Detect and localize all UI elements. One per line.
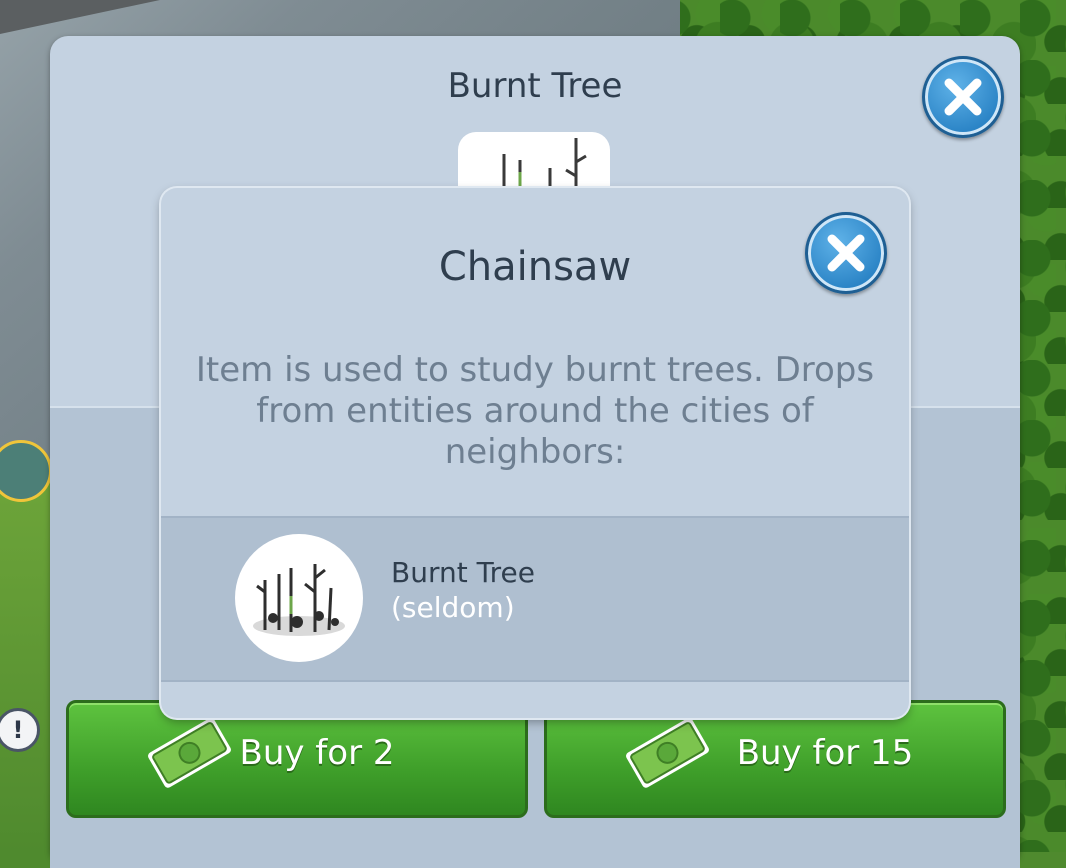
dialog-close-button[interactable] (805, 212, 887, 294)
panel-title: Burnt Tree (447, 66, 623, 106)
panel-close-button[interactable] (922, 56, 1004, 138)
source-name: Burnt Tree (391, 556, 535, 589)
close-icon (944, 78, 982, 116)
buy-for-15-label: Buy for 15 (736, 733, 914, 773)
drop-source-row[interactable]: Burnt Tree (seldom) (161, 516, 909, 682)
chainsaw-info-dialog: Chainsaw Item is used to study burnt tre… (161, 188, 909, 718)
dialog-description: Item is used to study burnt trees. Drops… (195, 350, 875, 472)
burnt-tree-icon (253, 564, 345, 636)
dialog-title: Chainsaw (438, 244, 632, 290)
close-icon (827, 234, 865, 272)
source-thumbnail (235, 534, 363, 662)
source-rarity: (seldom) (391, 591, 515, 624)
buy-for-2-label: Buy for 2 (239, 733, 395, 773)
